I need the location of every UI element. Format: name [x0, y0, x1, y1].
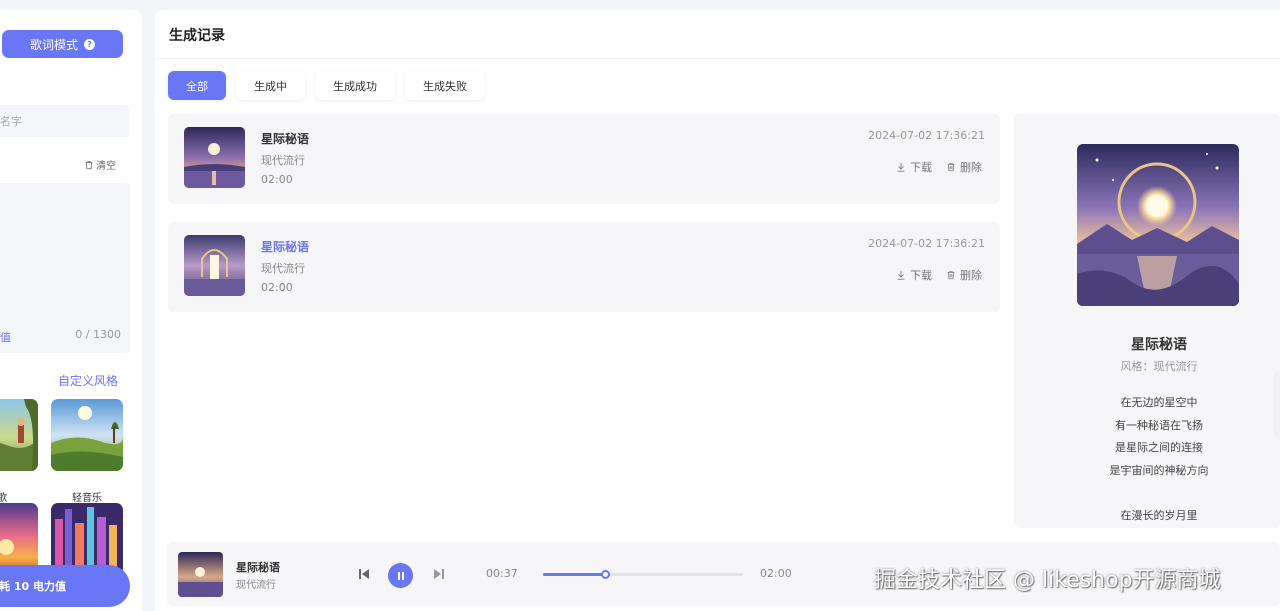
custom-style-link[interactable]: 自定义风格 [58, 372, 118, 389]
progress-slider[interactable] [543, 570, 743, 579]
previous-button[interactable] [357, 567, 371, 581]
current-time: 00:37 [486, 567, 518, 580]
style-thumbnail [0, 399, 38, 471]
detail-cover [1077, 144, 1239, 306]
style-thumbnail [51, 399, 123, 471]
delete-button[interactable]: 删除 [946, 159, 982, 175]
record-timestamp: 2024-07-02 17:36:21 [868, 237, 985, 250]
watermark: 掘金技术社区 @ likeshop开源商城 [874, 568, 1221, 593]
download-label: 下载 [910, 269, 932, 282]
lyric-line: 有一种秘语在飞扬 [1115, 418, 1203, 432]
clear-label: 清空 [96, 161, 116, 172]
progress-handle[interactable] [601, 570, 610, 579]
delete-label: 删除 [960, 269, 982, 282]
record-cover [184, 235, 245, 296]
style-card-light-music[interactable] [51, 399, 123, 471]
detail-title: 星际秘语 [1131, 337, 1187, 353]
delete-button[interactable]: 删除 [946, 267, 982, 283]
generate-button[interactable]: 消耗 10 电力值 [0, 565, 130, 607]
progress-fill [543, 573, 605, 576]
style-label: 歌 [0, 493, 7, 504]
record-timestamp: 2024-07-02 17:36:21 [868, 129, 985, 142]
delete-label: 删除 [960, 161, 982, 174]
download-label: 下载 [910, 161, 932, 174]
pause-button[interactable] [388, 563, 413, 588]
side-handle[interactable] [1274, 370, 1280, 440]
tab-generating[interactable]: 生成中 [236, 71, 305, 100]
trash-icon [85, 160, 93, 169]
tab-all[interactable]: 全部 [168, 71, 226, 100]
record-actions: 下载 删除 [896, 267, 982, 283]
detail-lyrics: 在无边的星空中 有一种秘语在飞扬 是星际之间的连接 是宇宙间的神秘方向 在漫长的… [1014, 392, 1280, 527]
tab-success[interactable]: 生成成功 [315, 71, 395, 100]
player-style: 现代流行 [236, 580, 276, 591]
lyric-line: 在漫长的岁月里 [1120, 508, 1198, 522]
lyric-line: 是星际之间的连接 [1115, 441, 1203, 454]
status-tabs: 全部 生成中 生成成功 生成失败 [168, 71, 485, 100]
divider [155, 58, 1280, 59]
download-icon [897, 270, 905, 280]
download-button[interactable]: 下载 [896, 159, 932, 175]
skip-previous-icon [359, 569, 369, 579]
record-cover [184, 127, 245, 188]
cover-image [184, 127, 245, 188]
help-icon[interactable]: ? [84, 38, 95, 50]
lyric-line: 是宇宙间的神秘方向 [1109, 463, 1209, 477]
record-item[interactable]: 星际秘语 现代流行 02:00 2024-07-02 17:36:21 下载 删… [168, 114, 1000, 204]
record-duration: 02:00 [261, 173, 293, 186]
trash-icon [947, 163, 955, 172]
lyric-line: 在无边的星空中 [1120, 396, 1198, 409]
main-panel: 生成记录 全部 生成中 生成成功 生成失败 星际秘语 现代流行 02:00 20… [155, 10, 1280, 611]
record-item[interactable]: 星际秘语 现代流行 02:00 2024-07-02 17:36:21 下载 删… [168, 222, 1000, 312]
record-duration: 02:00 [261, 281, 293, 294]
player-cover [178, 552, 223, 597]
detail-style: 风格：现代流行 [1120, 360, 1198, 373]
record-style: 现代流行 [261, 154, 305, 167]
song-name-input[interactable] [0, 105, 129, 137]
record-title[interactable]: 星际秘语 [261, 130, 309, 147]
lyric-link[interactable]: 值 [0, 329, 11, 345]
page-title: 生成记录 [169, 28, 225, 44]
left-panel: 歌词模式 ? 清空 值 0 / 1300 自定义风格 歌 轻音乐 [0, 10, 142, 611]
lyric-mode-button[interactable]: 歌词模式 ? [2, 30, 123, 58]
download-icon [897, 162, 905, 172]
clear-button[interactable]: 清空 [84, 157, 116, 172]
song-detail-panel: 星际秘语 风格：现代流行 在无边的星空中 有一种秘语在飞扬 是星际之间的连接 是… [1014, 114, 1280, 528]
tab-failed[interactable]: 生成失败 [405, 71, 485, 100]
download-button[interactable]: 下载 [896, 267, 932, 283]
skip-next-icon [434, 569, 444, 579]
cover-image [184, 235, 245, 296]
player-title: 星际秘语 [236, 561, 280, 574]
record-actions: 下载 删除 [896, 159, 982, 175]
style-card-ballad[interactable] [0, 399, 38, 471]
next-button[interactable] [432, 567, 446, 581]
lyric-mode-label: 歌词模式 [29, 37, 78, 52]
total-time: 02:00 [760, 567, 792, 580]
cover-image [1077, 144, 1239, 306]
cover-image [178, 552, 223, 597]
record-title[interactable]: 星际秘语 [261, 238, 309, 255]
style-label: 轻音乐 [72, 493, 102, 504]
generate-button-label: 消耗 10 电力值 [0, 580, 66, 593]
lyric-line [1014, 482, 1280, 505]
char-count: 0 / 1300 [75, 328, 121, 341]
trash-icon [947, 271, 955, 280]
pause-icon [397, 571, 404, 580]
record-style: 现代流行 [261, 262, 305, 275]
